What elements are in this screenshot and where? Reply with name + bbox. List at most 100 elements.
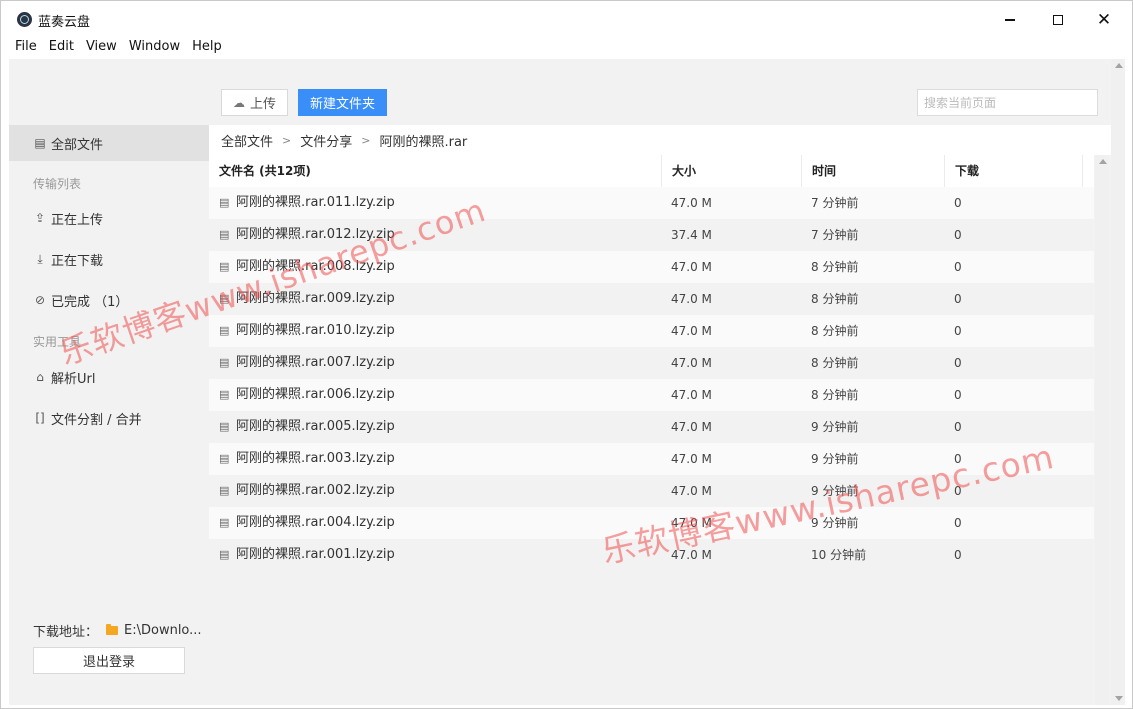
- file-name: 阿刚的裸照.rar.011.lzy.zip: [236, 195, 395, 210]
- table-row[interactable]: ▤ 阿刚的裸照.rar.004.lzy.zip 47.0 M 9 分钟前 0: [209, 507, 1094, 539]
- file-name: 阿刚的裸照.rar.002.lzy.zip: [236, 483, 395, 498]
- check-circle-icon: ⊘: [34, 293, 46, 307]
- sidebar-item-label: 正在下载: [51, 253, 104, 269]
- file-name: 阿刚的裸照.rar.010.lzy.zip: [236, 323, 395, 338]
- file-name-cell[interactable]: ▤ 阿刚的裸照.rar.001.lzy.zip: [219, 539, 395, 571]
- breadcrumb: 全部文件 > 文件分享 > 阿刚的裸照.rar: [209, 125, 1111, 155]
- table-row[interactable]: ▤ 阿刚的裸照.rar.012.lzy.zip 37.4 M 7 分钟前 0: [209, 219, 1094, 251]
- breadcrumb-item-current[interactable]: 阿刚的裸照.rar: [379, 131, 467, 150]
- file-size: 47.0 M: [671, 452, 712, 466]
- column-header-name[interactable]: 文件名 (共12项): [209, 155, 661, 187]
- table-row[interactable]: ▤ 阿刚的裸照.rar.002.lzy.zip 47.0 M 9 分钟前 0: [209, 475, 1094, 507]
- window-scrollbar[interactable]: [1111, 59, 1125, 705]
- app-logo-icon: [17, 12, 32, 27]
- sidebar-item-uploading[interactable]: ⇪ 正在上传: [9, 200, 209, 236]
- file-size: 47.0 M: [671, 292, 712, 306]
- file-time: 9 分钟前: [811, 516, 859, 530]
- file-downloads: 0: [954, 196, 962, 210]
- file-downloads: 0: [954, 356, 962, 370]
- table-row[interactable]: ▤ 阿刚的裸照.rar.009.lzy.zip 47.0 M 8 分钟前 0: [209, 283, 1094, 315]
- title-bar: 蓝奏云盘 ✕: [1, 1, 1132, 37]
- column-header-size[interactable]: 大小: [661, 155, 801, 187]
- table-row[interactable]: ▤ 阿刚的裸照.rar.008.lzy.zip 47.0 M 8 分钟前 0: [209, 251, 1094, 283]
- file-name-cell[interactable]: ▤ 阿刚的裸照.rar.007.lzy.zip: [219, 347, 395, 379]
- sidebar-item-split-merge[interactable]: [] 文件分割 / 合并: [9, 400, 209, 436]
- scroll-down-icon[interactable]: [1115, 696, 1123, 701]
- main-panel: ☁ 上传 新建文件夹 全部文件 > 文件分享 > 阿刚的裸照.rar 文件名 (…: [209, 59, 1111, 705]
- upload-button[interactable]: ☁ 上传: [221, 89, 288, 116]
- file-name-cell[interactable]: ▤ 阿刚的裸照.rar.008.lzy.zip: [219, 251, 395, 283]
- maximize-button[interactable]: [1038, 7, 1078, 33]
- download-path-value[interactable]: E:\Downlo...: [124, 623, 202, 638]
- file-downloads: 0: [954, 516, 962, 530]
- file-icon: ▤: [219, 260, 230, 273]
- table-row[interactable]: ▤ 阿刚的裸照.rar.007.lzy.zip 47.0 M 8 分钟前 0: [209, 347, 1094, 379]
- file-name-cell[interactable]: ▤ 阿刚的裸照.rar.006.lzy.zip: [219, 379, 395, 411]
- sidebar-item-parse-url[interactable]: ⌂ 解析Url: [9, 359, 209, 395]
- transfer-section-label: 传输列表: [33, 177, 82, 191]
- table-row[interactable]: ▤ 阿刚的裸照.rar.005.lzy.zip 47.0 M 9 分钟前 0: [209, 411, 1094, 443]
- file-size: 47.0 M: [671, 260, 712, 274]
- menu-help[interactable]: Help: [192, 37, 222, 59]
- sidebar-item-label: 全部文件: [51, 137, 104, 153]
- file-icon: ▤: [219, 484, 230, 497]
- file-downloads: 0: [954, 420, 962, 434]
- split-icon: []: [35, 411, 45, 425]
- file-name: 阿刚的裸照.rar.009.lzy.zip: [236, 291, 395, 306]
- table-scrollbar[interactable]: [1095, 155, 1109, 705]
- download-path-label: 下载地址：: [33, 625, 99, 640]
- scroll-up-icon[interactable]: [1099, 159, 1107, 164]
- file-icon: ▤: [219, 228, 230, 241]
- file-time: 7 分钟前: [811, 196, 859, 210]
- minimize-button[interactable]: [990, 7, 1030, 33]
- file-name: 阿刚的裸照.rar.008.lzy.zip: [236, 259, 395, 274]
- sidebar-item-downloading[interactable]: ⤓ 正在下载: [9, 241, 209, 277]
- sidebar-item-label: 已完成 （1）: [51, 294, 129, 310]
- file-name-cell[interactable]: ▤ 阿刚的裸照.rar.005.lzy.zip: [219, 411, 395, 443]
- sidebar-item-label: 解析Url: [51, 371, 96, 387]
- menu-bar: File Edit View Window Help: [1, 37, 1132, 59]
- download-icon: ⤓: [37, 251, 43, 266]
- scroll-up-icon[interactable]: [1115, 63, 1123, 68]
- table-row[interactable]: ▤ 阿刚的裸照.rar.001.lzy.zip 47.0 M 10 分钟前 0: [209, 539, 1094, 571]
- file-size: 47.0 M: [671, 516, 712, 530]
- sidebar-item-completed[interactable]: ⊘ 已完成 （1）: [9, 282, 209, 318]
- file-name-cell[interactable]: ▤ 阿刚的裸照.rar.009.lzy.zip: [219, 283, 395, 315]
- close-button[interactable]: ✕: [1084, 7, 1124, 33]
- table-row[interactable]: ▤ 阿刚的裸照.rar.010.lzy.zip 47.0 M 8 分钟前 0: [209, 315, 1094, 347]
- table-row[interactable]: ▤ 阿刚的裸照.rar.011.lzy.zip 47.0 M 7 分钟前 0: [209, 187, 1094, 219]
- search-input[interactable]: [917, 89, 1098, 116]
- sidebar-item-label: 文件分割 / 合并: [51, 412, 142, 428]
- download-path: 下载地址： E:\Downlo...: [33, 621, 202, 640]
- file-name-cell[interactable]: ▤ 阿刚的裸照.rar.011.lzy.zip: [219, 187, 395, 219]
- column-header-downloads[interactable]: 下载: [944, 155, 1082, 187]
- sidebar-item-all-files[interactable]: ▤ 全部文件: [9, 125, 209, 161]
- menu-file[interactable]: File: [15, 37, 37, 59]
- column-header-time[interactable]: 时间: [801, 155, 944, 187]
- maximize-icon: [1053, 15, 1063, 25]
- file-name: 阿刚的裸照.rar.007.lzy.zip: [236, 355, 395, 370]
- file-name-cell[interactable]: ▤ 阿刚的裸照.rar.003.lzy.zip: [219, 443, 395, 475]
- file-icon: ▤: [219, 356, 230, 369]
- file-name-cell[interactable]: ▤ 阿刚的裸照.rar.012.lzy.zip: [219, 219, 395, 251]
- file-name: 阿刚的裸照.rar.004.lzy.zip: [236, 515, 395, 530]
- table-row[interactable]: ▤ 阿刚的裸照.rar.003.lzy.zip 47.0 M 9 分钟前 0: [209, 443, 1094, 475]
- file-name: 阿刚的裸照.rar.003.lzy.zip: [236, 451, 395, 466]
- menu-view[interactable]: View: [86, 37, 117, 59]
- file-name-cell[interactable]: ▤ 阿刚的裸照.rar.004.lzy.zip: [219, 507, 395, 539]
- tools-section-label: 实用工具: [33, 335, 82, 349]
- file-name: 阿刚的裸照.rar.001.lzy.zip: [236, 547, 395, 562]
- menu-edit[interactable]: Edit: [49, 37, 74, 59]
- menu-window[interactable]: Window: [129, 37, 180, 59]
- logout-button[interactable]: 退出登录: [33, 647, 185, 674]
- link-icon: ⌂: [36, 370, 44, 384]
- new-folder-button[interactable]: 新建文件夹: [298, 89, 387, 116]
- file-name-cell[interactable]: ▤ 阿刚的裸照.rar.010.lzy.zip: [219, 315, 395, 347]
- file-icon: ▤: [219, 548, 230, 561]
- breadcrumb-item-share[interactable]: 文件分享: [300, 131, 352, 150]
- file-name-cell[interactable]: ▤ 阿刚的裸照.rar.002.lzy.zip: [219, 475, 395, 507]
- breadcrumb-item-all-files[interactable]: 全部文件: [221, 131, 273, 150]
- file-time: 10 分钟前: [811, 548, 867, 562]
- table-row[interactable]: ▤ 阿刚的裸照.rar.006.lzy.zip 47.0 M 8 分钟前 0: [209, 379, 1094, 411]
- file-size: 47.0 M: [671, 420, 712, 434]
